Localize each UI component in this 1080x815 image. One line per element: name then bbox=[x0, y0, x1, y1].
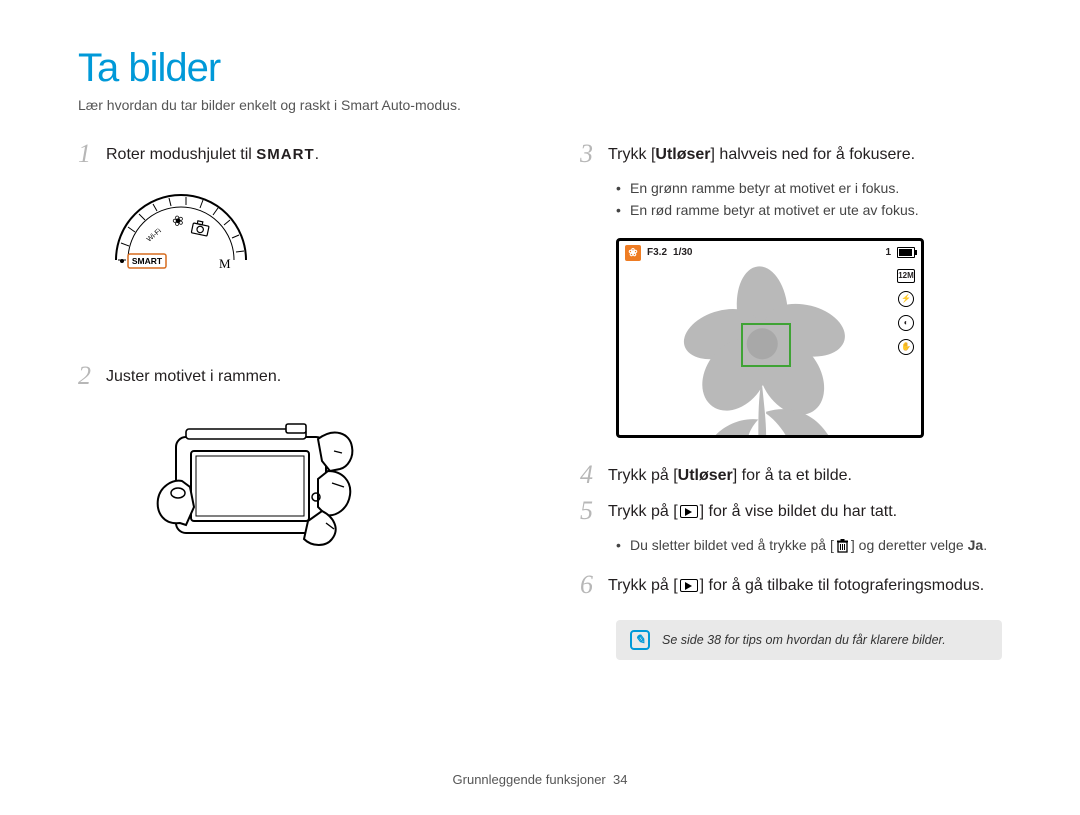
playback-icon bbox=[680, 579, 698, 592]
macro-icon: ❀ bbox=[625, 245, 641, 261]
step-number: 2 bbox=[78, 363, 106, 389]
step-number: 1 bbox=[78, 141, 106, 167]
t: ] for å gå tilbake til fotograferingsmod… bbox=[700, 577, 985, 594]
step-number: 4 bbox=[580, 462, 608, 488]
metering-icon: ◐ bbox=[898, 315, 914, 331]
step-number: 5 bbox=[580, 498, 608, 524]
stabilizer-icon: ✋ bbox=[898, 339, 914, 355]
page-title: Ta bilder bbox=[78, 46, 1002, 91]
bullet: En grønn ramme betyr at motivet er i fok… bbox=[616, 177, 1002, 199]
step-3: 3 Trykk [Utløser] halvveis ned for å fok… bbox=[580, 141, 1002, 167]
page-number: 34 bbox=[613, 772, 627, 787]
lcd-preview-illustration: ❀ F3.2 1/30 1 12M ⚡ ◐ ✋ bbox=[616, 238, 1002, 438]
shutter-label: Utløser bbox=[655, 146, 710, 163]
t: Trykk på [ bbox=[608, 467, 678, 484]
step-4: 4 Trykk på [Utløser] for å ta et bilde. bbox=[580, 462, 1002, 488]
t: ] og deretter velge bbox=[851, 537, 968, 553]
step-6: 6 Trykk på [ ] for å gå tilbake til fotog… bbox=[580, 572, 1002, 598]
step-text: Trykk på [ ] for å vise bildet du har tat… bbox=[608, 498, 897, 523]
shutter-value: 1/30 bbox=[673, 247, 692, 258]
playback-icon bbox=[680, 505, 698, 518]
step-number: 6 bbox=[580, 572, 608, 598]
step5-bullets: Du sletter bildet ved å trykke på [ ] og … bbox=[616, 534, 1002, 556]
footer-section: Grunnleggende funksjoner bbox=[453, 772, 606, 787]
step-text: Trykk på [Utløser] for å ta et bilde. bbox=[608, 462, 852, 487]
info-icon: ✎ bbox=[630, 630, 650, 650]
step3-bullets: En grønn ramme betyr at motivet er i fok… bbox=[616, 177, 1002, 222]
t: Du sletter bildet ved å trykke på [ bbox=[630, 537, 834, 553]
step-text: Roter modushjulet til SMART. bbox=[106, 141, 319, 166]
flash-icon: ⚡ bbox=[898, 291, 914, 307]
t: ] for å ta et bilde. bbox=[733, 467, 852, 484]
left-column: 1 Roter modushjulet til SMART. bbox=[78, 141, 500, 660]
step-text: Trykk på [ ] for å gå tilbake til fotogra… bbox=[608, 572, 984, 597]
right-column: 3 Trykk [Utløser] halvveis ned for å fok… bbox=[580, 141, 1002, 660]
tip-text: Se side 38 for tips om hvordan du får kl… bbox=[662, 633, 946, 647]
t: Trykk på [ bbox=[608, 503, 678, 520]
step-2: 2 Juster motivet i rammen. bbox=[78, 363, 500, 389]
t: ] halvveis ned for å fokusere. bbox=[711, 146, 916, 163]
yes-label: Ja bbox=[968, 537, 984, 553]
step1-suffix: . bbox=[315, 146, 319, 163]
dial-smart-label: SMART bbox=[132, 256, 163, 266]
page-footer: Grunnleggende funksjoner 34 bbox=[0, 772, 1080, 787]
focus-frame-icon bbox=[741, 323, 791, 367]
hands-camera-illustration bbox=[136, 407, 500, 582]
step-text: Juster motivet i rammen. bbox=[106, 363, 281, 388]
page-subtitle: Lær hvordan du tar bilder enkelt og rask… bbox=[78, 97, 1002, 113]
mode-dial-illustration: SMART M S A P Wi-Fi ❀ bbox=[106, 185, 500, 335]
smart-mode-label: SMART bbox=[256, 146, 314, 163]
aperture-value: F3.2 bbox=[647, 247, 667, 258]
step-5: 5 Trykk på [ ] for å vise bildet du har t… bbox=[580, 498, 1002, 524]
shots-remaining: 1 bbox=[885, 247, 891, 258]
step-text: Trykk [Utløser] halvveis ned for å fokus… bbox=[608, 141, 915, 166]
dial-m-label: M bbox=[219, 256, 231, 271]
resolution-icon: 12M bbox=[897, 269, 915, 283]
t: ] for å vise bildet du har tatt. bbox=[700, 503, 897, 520]
t: Trykk [ bbox=[608, 146, 655, 163]
t: . bbox=[983, 537, 987, 553]
bullet: Du sletter bildet ved å trykke på [ ] og … bbox=[616, 534, 1002, 556]
step-1: 1 Roter modushjulet til SMART. bbox=[78, 141, 500, 167]
tip-box: ✎ Se side 38 for tips om hvordan du får … bbox=[616, 620, 1002, 660]
step1-prefix: Roter modushjulet til bbox=[106, 146, 256, 163]
step-number: 3 bbox=[580, 141, 608, 167]
t: Trykk på [ bbox=[608, 577, 678, 594]
bullet: En rød ramme betyr at motivet er ute av … bbox=[616, 199, 1002, 221]
shutter-label: Utløser bbox=[678, 467, 733, 484]
trash-icon bbox=[836, 539, 849, 553]
